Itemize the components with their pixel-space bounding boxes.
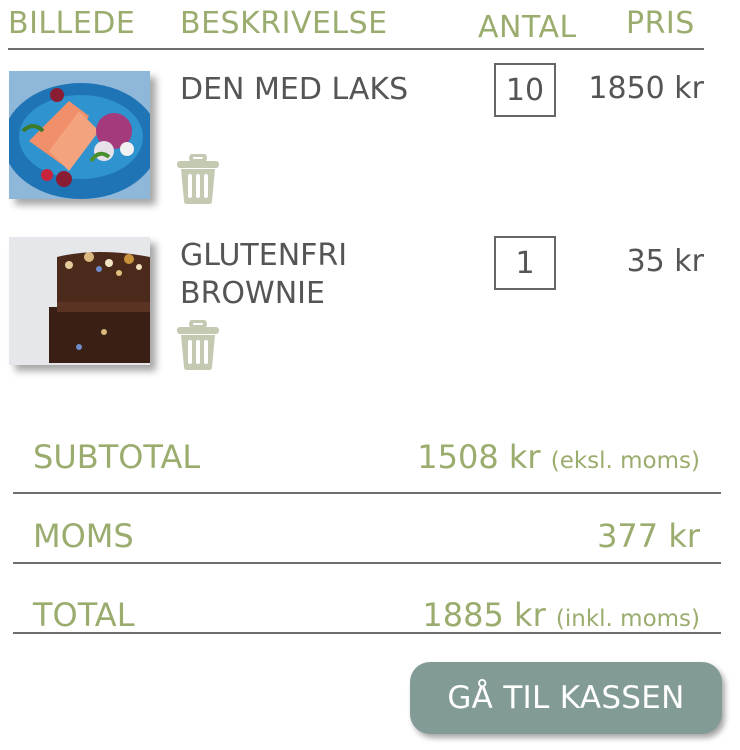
subtotal-label: SUBTOTAL [33,438,201,476]
column-header-image: BILLEDE [8,6,136,41]
header-divider [8,48,704,50]
salmon-dish-photo [9,71,150,199]
quantity-input[interactable]: 1 [494,236,556,290]
subtotal-note: (eksl. moms) [550,448,700,474]
total-amount: 1885 kr [422,596,546,634]
total-divider [13,632,721,634]
vat-divider [13,562,721,564]
trash-icon[interactable] [176,153,220,204]
total-label: TOTAL [33,596,135,634]
brownie-photo [9,237,150,365]
column-header-price: PRIS [626,6,695,41]
vat-label: MOMS [33,517,134,555]
vat-value: 377 kr [597,517,700,555]
item-price: 1850 kr [588,71,704,106]
trash-icon[interactable] [176,319,220,370]
subtotal-value: 1508 kr (eksl. moms) [417,438,700,476]
subtotal-divider [13,492,721,494]
subtotal-amount: 1508 kr [417,438,541,476]
item-name-line-2: BROWNIE [180,276,325,311]
column-header-quantity: ANTAL [478,10,577,45]
item-name: GLUTENFRI BROWNIE [180,237,347,313]
quantity-input[interactable]: 10 [494,63,556,117]
column-header-description: BESKRIVELSE [180,6,388,41]
checkout-button[interactable]: GÅ TIL KASSEN [410,662,722,734]
total-value: 1885 kr (inkl. moms) [422,596,700,634]
item-price: 35 kr [626,244,704,279]
item-name-line-1: GLUTENFRI [180,238,348,273]
total-note: (inkl. moms) [555,606,700,632]
item-name: DEN MED LAKS [180,72,409,107]
